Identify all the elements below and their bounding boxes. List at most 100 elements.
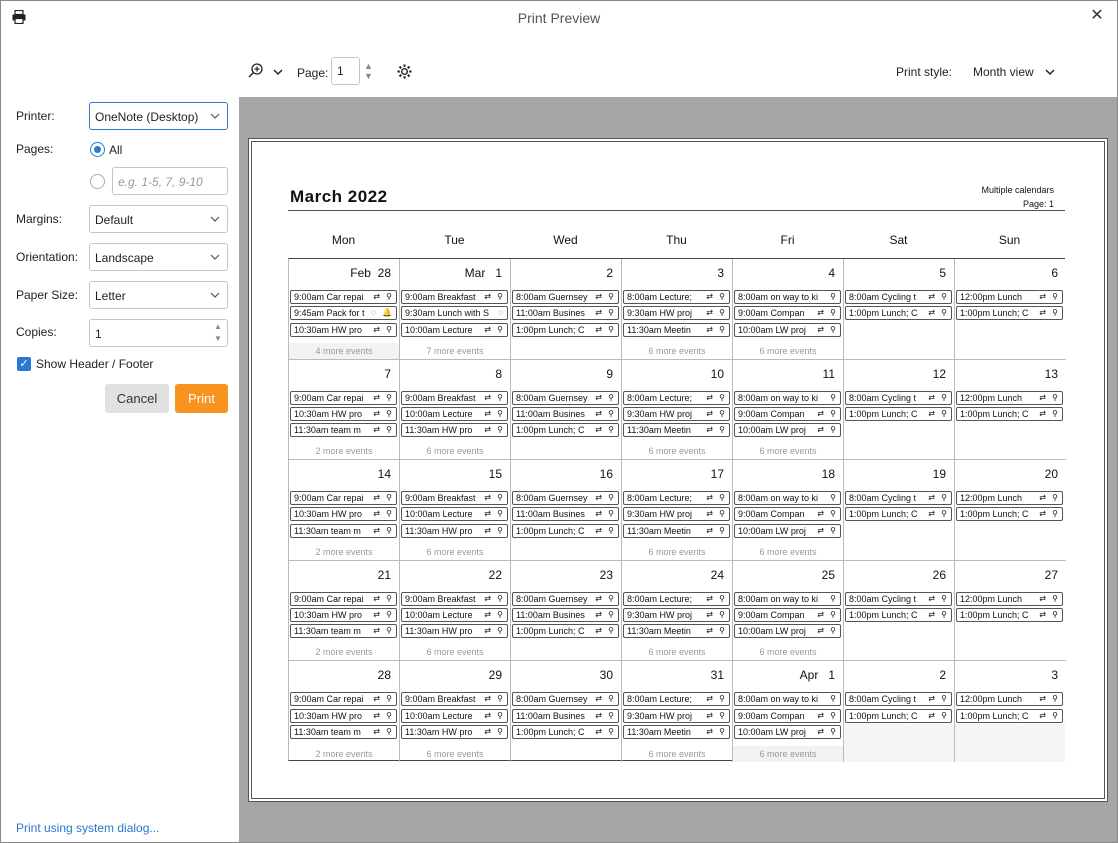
recurring-location-icon: ⇄ ⚲ — [484, 593, 505, 603]
event-item: 9:30am HW proj ⇄ ⚲ — [623, 306, 730, 321]
calendar-day-cell: 6 12:00pm Lunch ⇄ ⚲ 1:00pm Lunch; C ⇄ ⚲ — [955, 259, 1066, 360]
recurring-location-icon: ⇄ ⚲ — [928, 694, 949, 704]
event-title: 11:00am Busines — [516, 710, 585, 721]
recurring-location-icon: ⇄ ⚲ — [1039, 392, 1060, 402]
margins-label: Margins: — [16, 212, 63, 226]
pages-range-placeholder: e.g. 1-5, 7, 9-10 — [118, 175, 203, 189]
print-style-select[interactable]: Month view — [973, 65, 1034, 79]
more-events-label: 6 more events — [759, 446, 817, 457]
recurring-location-icon: ⇄ ⚲ — [595, 308, 616, 318]
event-item: 8:00am Cycling t ⇄ ⚲ — [845, 591, 952, 606]
event-title: 11:00am Busines — [516, 408, 585, 419]
event-item: 1:00pm Lunch; C ⇄ ⚲ — [845, 507, 952, 522]
event-item: 1:00pm Lunch; C ⇄ ⚲ — [956, 507, 1063, 522]
event-item: 11:30am team m ⇄ ⚲ — [290, 724, 397, 739]
event-item: 1:00pm Lunch; C ⇄ ⚲ — [956, 708, 1063, 723]
show-header-footer-checkbox[interactable]: ✓ — [17, 357, 31, 371]
more-events-label: 6 more events — [426, 647, 484, 658]
recurring-location-icon: ⇄ ⚲ — [484, 610, 505, 620]
day-number: 18 — [821, 467, 835, 482]
close-icon[interactable]: ✕ — [1089, 7, 1105, 25]
day-number: 25 — [821, 567, 835, 582]
calendar-day-cell: 9 8:00am Guernsey ⇄ ⚲ 11:00am Busines ⇄ ⚲ 1:0… — [511, 359, 622, 461]
gear-icon[interactable] — [397, 64, 412, 79]
system-dialog-link[interactable]: Print using system dialog... — [16, 821, 159, 835]
paper-size-value: Letter — [95, 289, 126, 303]
event-item: 1:00pm Lunch; C ⇄ ⚲ — [512, 724, 619, 739]
event-item: 11:00am Busines ⇄ ⚲ — [512, 306, 619, 321]
pages-range-radio[interactable] — [90, 174, 105, 189]
title-divider — [288, 210, 1065, 211]
day-number: 7 — [384, 366, 391, 381]
event-item: 10:00am LW proj ⇄ ⚲ — [734, 724, 841, 739]
event-item: 12:00pm Lunch ⇄ ⚲ — [956, 692, 1063, 707]
recurring-location-icon: ⇄ ⚲ — [484, 292, 505, 301]
calendar-day-cell: 3 12:00pm Lunch ⇄ ⚲ 1:00pm Lunch; C ⇄ ⚲ — [955, 661, 1066, 762]
day-number: Apr 1 — [799, 668, 835, 683]
event-title: 8:00am Lecture; — [627, 292, 693, 302]
event-item: 1:00pm Lunch; C ⇄ ⚲ — [845, 708, 952, 723]
cancel-button[interactable]: Cancel — [105, 384, 169, 413]
calendar-day-cell: 24 8:00am Lecture; ⇄ ⚲ 9:30am HW proj ⇄ ⚲ 11:… — [622, 560, 733, 662]
recurring-location-icon: ⇄ ⚲ — [595, 726, 616, 736]
event-item: 8:00am on way to ki ⚲ — [734, 491, 841, 506]
recurring-location-icon: ⇄ ⚲ — [484, 726, 505, 736]
calendar-title: March 2022 — [290, 187, 388, 206]
header-page-number: Page: 1 — [1022, 199, 1054, 209]
recurring-location-icon: ⇄ ⚲ — [595, 694, 616, 704]
paper-size-select[interactable]: Letter — [89, 281, 228, 309]
event-item: 8:00am Guernsey ⇄ ⚲ — [512, 491, 619, 506]
event-title: 9:30am HW proj — [627, 610, 693, 621]
print-preview-window: Print Preview ✕ Printer: OneNote (Deskto… — [0, 0, 1118, 843]
event-item: 8:00am Lecture; ⇄ ⚲ — [623, 390, 730, 405]
event-title: 9:00am Compan — [738, 408, 805, 419]
pages-all-radio[interactable] — [90, 142, 105, 157]
page-number-input[interactable]: 1 — [331, 57, 360, 85]
calendar-day-cell: 8 9:00am Breakfast ⇄ ⚲ 10:00am Lecture ⇄ ⚲ 11… — [400, 359, 511, 461]
chevron-down-icon — [210, 292, 220, 298]
print-button[interactable]: Print — [175, 384, 228, 413]
event-item: 1:00pm Lunch; C ⇄ ⚲ — [956, 406, 1063, 421]
event-title: 9:00am Compan — [738, 308, 805, 319]
recurring-location-icon: ⇄ ⚲ — [373, 626, 394, 636]
preview-page: March 2022 Multiple calendars Page: 1 Mo… — [248, 138, 1108, 802]
orientation-select[interactable]: Landscape — [89, 243, 228, 271]
calendar-day-cell: 19 8:00am Cycling t ⇄ ⚲ 1:00pm Lunch; C ⇄ ⚲ — [844, 460, 955, 561]
month-grid: Feb 28 9:00am Car repai ⇄ ⚲ 9:45am Pack for… — [288, 258, 1066, 762]
event-item: 10:00am LW proj ⇄ ⚲ — [734, 322, 841, 337]
stepper-arrows-icon[interactable]: ▲ ▼ — [213, 321, 223, 345]
event-item: 8:00am Cycling t ⇄ ⚲ — [845, 491, 952, 506]
copies-stepper[interactable]: 1 ▲ ▼ — [89, 319, 228, 347]
recurring-location-icon: ⇄ ⚲ — [928, 308, 949, 318]
recurring-location-icon: ⇄ ⚲ — [595, 324, 616, 334]
day-number: 9 — [606, 366, 613, 381]
event-title: 1:00pm Lunch; C — [960, 308, 1029, 319]
pages-range-input[interactable]: e.g. 1-5, 7, 9-10 — [112, 167, 228, 195]
day-number: 20 — [1044, 467, 1058, 482]
event-item: 1:00pm Lunch; C ⇄ ⚲ — [845, 306, 952, 321]
margins-select[interactable]: Default — [89, 205, 228, 233]
page-label: Page: — [297, 66, 329, 80]
recurring-location-icon: ⇄ ⚲ — [595, 509, 616, 519]
pages-all-label: All — [109, 143, 123, 157]
recurring-location-icon: ⇄ ⚲ — [1039, 509, 1060, 519]
event-title: 11:30am Meetin — [627, 626, 691, 637]
event-item: 11:30am Meetin ⇄ ⚲ — [623, 322, 730, 337]
event-item: 9:30am HW proj ⇄ ⚲ — [623, 708, 730, 723]
page-stepper-icon[interactable]: ▲ ▼ — [364, 61, 373, 81]
day-number: 29 — [488, 668, 502, 683]
chevron-down-icon[interactable] — [273, 68, 283, 76]
copies-value: 1 — [95, 327, 102, 341]
printer-select[interactable]: OneNote (Desktop) — [89, 102, 228, 130]
event-title: 10:00am LW proj — [738, 425, 806, 436]
recurring-location-icon: ⇄ ⚲ — [484, 324, 505, 334]
chevron-down-icon[interactable] — [1045, 68, 1055, 76]
recurring-location-icon: ⚲ — [830, 493, 838, 503]
day-number: 24 — [710, 567, 724, 582]
recurring-location-icon: ⇄ ⚲ — [1039, 493, 1060, 503]
event-title: 8:00am Lecture; — [627, 694, 693, 705]
day-number: 4 — [828, 266, 835, 280]
event-item: 11:00am Busines ⇄ ⚲ — [512, 708, 619, 723]
day-number: 22 — [488, 567, 502, 582]
zoom-in-icon[interactable] — [248, 63, 264, 79]
